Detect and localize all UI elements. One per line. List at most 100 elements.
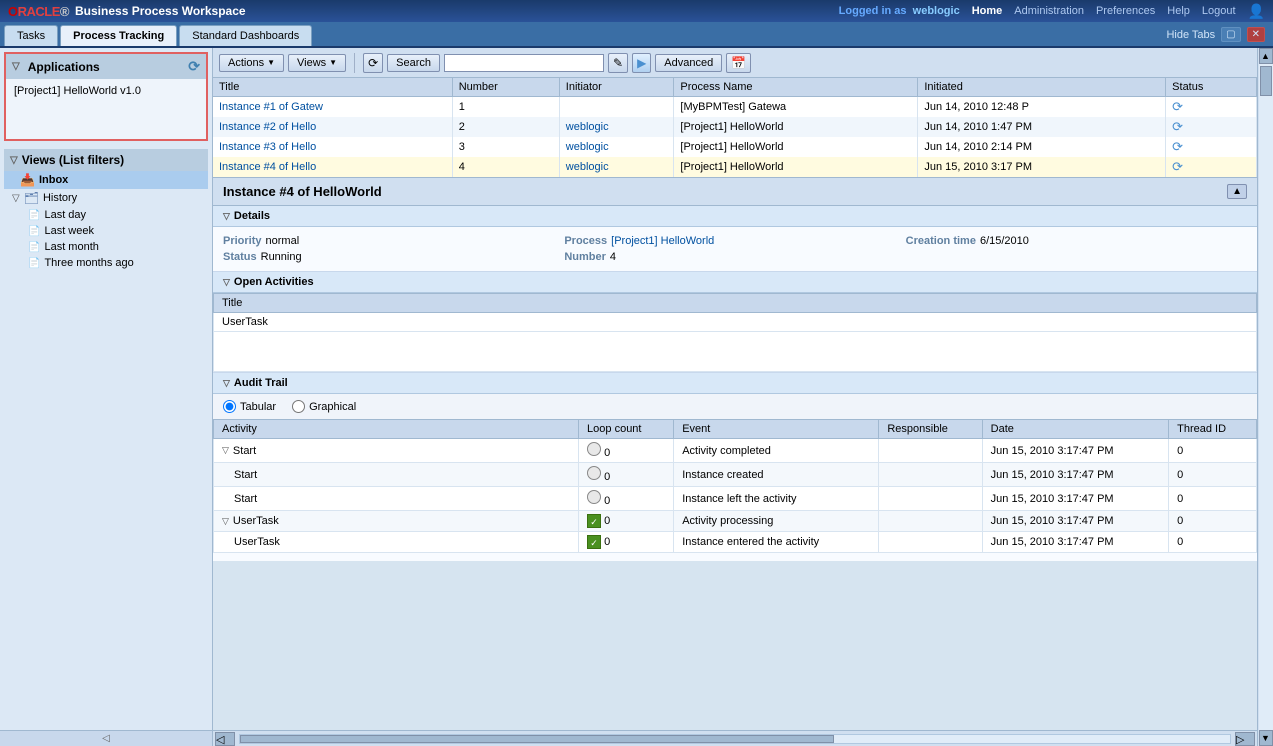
nav-administration[interactable]: Administration [1014,5,1084,17]
table-row[interactable]: Instance #1 of Gatew 1 [MyBPMTest] Gatew… [213,97,1257,118]
hscroll-right[interactable]: ▷ [1235,732,1255,746]
audit-row[interactable]: Start 0 Instance created Jun 15, 2010 3:… [214,463,1257,487]
tabular-radio-label[interactable]: Tabular [223,400,276,413]
detail-status: Status Running [223,251,564,263]
page-icon-threemonths: 📄 [28,258,40,269]
open-activities-header[interactable]: ▽ Open Activities [213,272,1257,293]
graphical-label: Graphical [309,401,356,413]
advanced-button[interactable]: Advanced [655,54,722,72]
process-value[interactable]: [Project1] HelloWorld [611,235,714,247]
instance-title-link-2[interactable]: Instance #2 of Hello [219,121,316,133]
sidebar-item-inbox[interactable]: 📥 Inbox [4,171,208,189]
cell-status: ⟳ [1166,97,1257,118]
audit-row[interactable]: ▽ UserTask ✓ 0 Activity processing [214,511,1257,532]
audit-row[interactable]: Start 0 Instance left the activity Jun 1… [214,487,1257,511]
cell-status: ⟳ [1166,117,1257,137]
nav-help[interactable]: Help [1167,5,1190,17]
vertical-scrollbar[interactable]: ▲ ▼ [1257,48,1273,746]
calendar-button[interactable]: 📅 [726,53,751,73]
tabular-radio[interactable] [223,400,236,413]
refresh-button[interactable]: ⟳ [363,53,383,73]
number-value: 4 [610,251,616,263]
applications-refresh-icon[interactable]: ⟳ [188,58,200,75]
audit-trail-header[interactable]: ▽ Audit Trail [213,373,1257,394]
audit-cell-thread: 0 [1169,511,1257,532]
audit-cell-responsible [879,463,982,487]
table-row[interactable]: Instance #2 of Hello 2 weblogic [Project… [213,117,1257,137]
vscroll-down[interactable]: ▼ [1259,730,1273,746]
hscroll-track[interactable] [239,734,1231,744]
row-activity-4: UserTask [233,515,279,527]
details-section-header[interactable]: ▽ Details [213,206,1257,227]
history-toggle[interactable]: ▽ [12,193,20,204]
vscroll-track[interactable] [1259,64,1273,730]
sidebar-item-last-day[interactable]: 📄 Last day [20,207,208,223]
clear-search-button[interactable]: ✎ [608,53,628,73]
instance-title-link-3[interactable]: Instance #3 of Hello [219,141,316,153]
priority-value: normal [266,235,300,247]
vscroll-up[interactable]: ▲ [1259,48,1273,64]
search-input[interactable] [444,54,604,72]
graphical-radio[interactable] [292,400,305,413]
audit-row[interactable]: ▽ Start 0 Activity completed [214,439,1257,463]
app-item-helloworld[interactable]: [Project1] HelloWorld v1.0 [10,83,202,99]
sidebar-item-last-week[interactable]: 📄 Last week [20,223,208,239]
search-button[interactable]: Search [387,54,440,72]
nav-preferences[interactable]: Preferences [1096,5,1155,17]
nav-logout[interactable]: Logout [1202,5,1236,17]
table-row[interactable]: Instance #4 of Hello 4 weblogic [Project… [213,157,1257,177]
initiator-link-3[interactable]: weblogic [566,141,609,153]
row-toggle-1[interactable]: ▽ [222,445,229,456]
views-button[interactable]: Views ▼ [288,54,346,72]
applications-header[interactable]: ▽ Applications ⟳ [6,54,206,79]
row-toggle-4[interactable]: ▽ [222,516,229,527]
instance-title-link-1[interactable]: Instance #1 of Gatew [219,101,323,113]
detail-collapse-button[interactable]: ▲ [1227,184,1247,199]
close-tab-icon[interactable]: ✕ [1247,27,1265,42]
last-week-label: Last week [44,225,94,237]
views-dropdown-icon: ▼ [329,58,337,67]
initiator-link-4[interactable]: weblogic [566,161,609,173]
history-children: 📄 Last day 📄 Last week 📄 Last month 📄 Th… [4,207,208,271]
audit-row[interactable]: UserTask ✓ 0 Instance entered the activi… [214,532,1257,553]
hide-tabs-label[interactable]: Hide Tabs [1166,29,1215,41]
audit-table: Activity Loop count Event Responsible Da… [213,419,1257,553]
inbox-icon: 📥 [20,173,35,187]
vscroll-thumb[interactable] [1260,66,1272,96]
table-row[interactable]: Instance #3 of Hello 3 weblogic [Project… [213,137,1257,157]
instance-title-link-4[interactable]: Instance #4 of Hello [219,161,316,173]
tab-tasks[interactable]: Tasks [4,25,58,46]
graphical-radio-label[interactable]: Graphical [292,400,356,413]
sidebar-item-history[interactable]: ▽ 🗂 History [4,189,208,207]
tab-standard-dashboards[interactable]: Standard Dashboards [179,25,312,46]
sidebar-item-three-months[interactable]: 📄 Three months ago [20,255,208,271]
cell-title: Instance #3 of Hello [213,137,452,157]
nav-home[interactable]: Home [972,5,1003,17]
col-status: Status [1166,78,1257,97]
hscroll-thumb[interactable] [240,735,834,743]
bottom-scrollbar[interactable]: ◁ ▷ [213,730,1257,746]
tab-process-tracking[interactable]: Process Tracking [60,25,177,46]
cell-process: [Project1] HelloWorld [674,117,918,137]
audit-cell-thread: 0 [1169,487,1257,511]
audit-cell-event: Activity completed [674,439,879,463]
cell-status: ⟳ [1166,137,1257,157]
sidebar-item-last-month[interactable]: 📄 Last month [20,239,208,255]
start-search-button[interactable]: ▶ [632,53,651,73]
cell-title: Instance #2 of Hello [213,117,452,137]
open-activities-row[interactable]: UserTask [214,313,1257,332]
maximize-icon[interactable]: ▢ [1221,27,1240,42]
open-activities-label: Open Activities [234,276,314,288]
audit-cell-event: Activity processing [674,511,879,532]
hscroll-left[interactable]: ◁ [215,732,235,746]
audit-cell-responsible [879,532,982,553]
tabular-label: Tabular [240,401,276,413]
views-header[interactable]: ▽ Views (List filters) [4,149,208,171]
initiator-link-2[interactable]: weblogic [566,121,609,133]
applications-list: [Project1] HelloWorld v1.0 [6,79,206,139]
loop-icon-4: ✓ [587,514,601,528]
actions-button[interactable]: Actions ▼ [219,54,284,72]
main-layout: ▽ Applications ⟳ [Project1] HelloWorld v… [0,48,1273,746]
sidebar-expand-btn[interactable]: ◁ [0,730,212,746]
audit-cell-loop: 0 [579,439,674,463]
